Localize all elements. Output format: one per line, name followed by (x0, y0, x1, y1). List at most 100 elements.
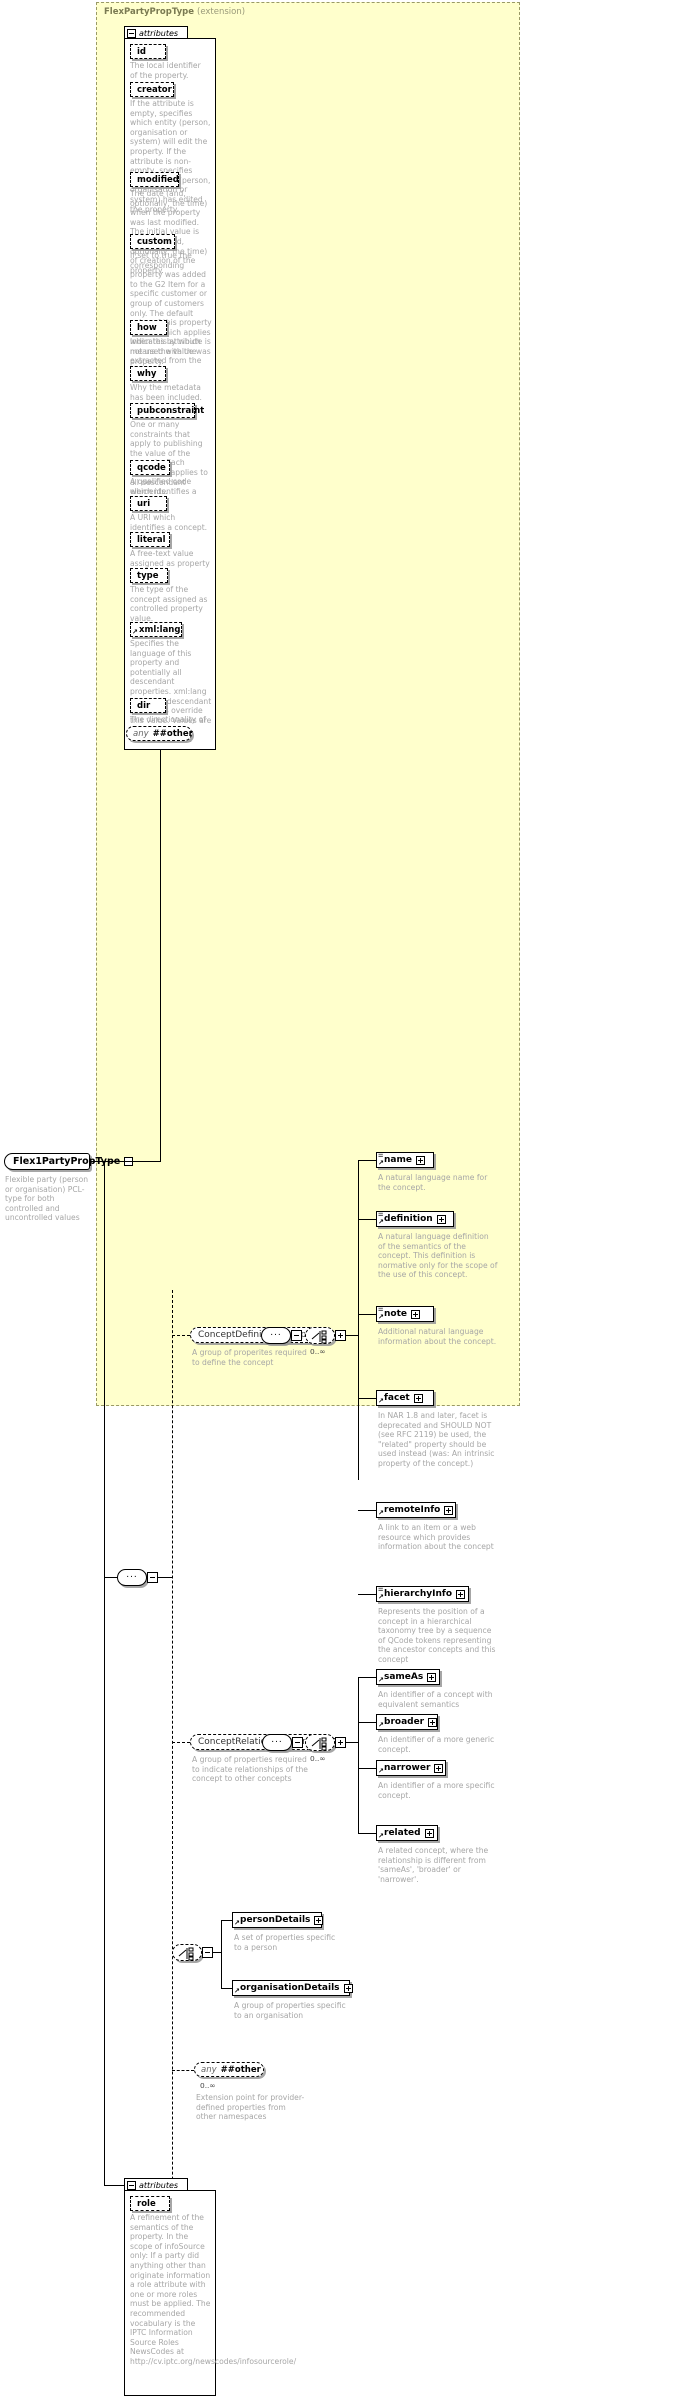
attribute-node-literal[interactable]: literal (130, 532, 170, 547)
element-node-sameas[interactable]: ↗ sameAs (376, 1669, 440, 1685)
group-desc-conceptrelationshipsgroup: A group of properties required to indica… (192, 1755, 308, 1784)
conceptrel-seq-expander[interactable] (292, 1737, 303, 1748)
attribute-node-qcode[interactable]: qcode (130, 460, 170, 475)
sequence-dots-icon: ··· (270, 1330, 282, 1340)
element-expand-icon[interactable] (411, 1309, 420, 1319)
element-expand-icon[interactable] (428, 1717, 438, 1727)
reference-arrow-icon: ↗ (378, 1313, 384, 1321)
element-desc-persondetails: A set of properties specific to a person (234, 1933, 336, 1952)
element-expand-icon[interactable] (343, 1983, 353, 1993)
conceptdef-occurs-label: 0..∞ (310, 1347, 326, 1356)
any-node-extension[interactable]: any ##other (194, 2062, 264, 2077)
element-label: personDetails (240, 1915, 311, 1925)
element-expand-icon[interactable] (413, 1393, 423, 1403)
attribute-label: pubconstraint (137, 405, 205, 416)
attribute-node-xml-lang[interactable]: ↗ xml:lang (130, 622, 182, 637)
conceptrel-choice-expander[interactable] (335, 1737, 346, 1748)
conceptrel-sequence-compositor[interactable]: ··· (262, 1734, 292, 1751)
attribute-node-dir[interactable]: dir (130, 698, 166, 713)
collapse-minus-icon[interactable] (127, 28, 136, 38)
main-sequence-compositor[interactable]: ··· (117, 1569, 147, 1586)
connector-root-down (104, 1161, 105, 1578)
element-node-narrower[interactable]: ↗ narrower (376, 1760, 446, 1776)
element-expand-icon[interactable] (427, 1672, 437, 1682)
attribute-node-creator[interactable]: creator (130, 82, 174, 97)
element-expand-icon[interactable] (415, 1155, 425, 1165)
reference-arrow-icon: ↗ (378, 1721, 384, 1729)
attribute-label: type (137, 570, 159, 581)
element-label: broader (384, 1717, 425, 1727)
element-expand-icon[interactable] (434, 1763, 444, 1773)
attribute-node-id[interactable]: id (130, 44, 166, 59)
element-node-facet[interactable]: ↗ facet (376, 1390, 434, 1406)
any-keyword: any (201, 2064, 217, 2075)
connector-root-to-bottom-attrs (104, 1577, 105, 2185)
element-node-broader[interactable]: ↗ broader (376, 1714, 438, 1730)
extension-panel-qualifier: (extension) (197, 7, 246, 17)
conceptdef-choice-compositor[interactable] (305, 1327, 335, 1344)
conceptrel-choice-compositor[interactable] (305, 1734, 335, 1751)
element-node-organisationdetails[interactable]: ↗ organisationDetails (232, 1980, 353, 1996)
main-sequence-expander[interactable] (147, 1572, 158, 1583)
extension-panel-name: FlexPartyPropType (104, 7, 195, 17)
element-expand-icon[interactable] (444, 1505, 454, 1515)
connector-root-to-panel (90, 1161, 160, 1162)
attribute-label: qcode (137, 462, 166, 473)
element-node-name[interactable]: ↗ name (376, 1152, 434, 1168)
details-choice-expander[interactable] (202, 1947, 213, 1958)
connector-to-sameas (358, 1677, 376, 1678)
element-node-remoteinfo[interactable]: ↗ remoteInfo (376, 1502, 456, 1518)
attribute-node-why[interactable]: why (130, 366, 166, 381)
element-node-definition[interactable]: ↗ definition (376, 1211, 454, 1227)
connector-root-to-sequence (104, 1577, 117, 1578)
root-type-node[interactable]: Flex1PartyPropType (4, 1153, 134, 1170)
reference-arrow-icon: ↗ (132, 628, 138, 636)
element-desc-related: A related concept, where the relationshi… (378, 1846, 489, 1884)
element-expand-icon[interactable] (424, 1828, 434, 1838)
connector-to-organisationdetails (221, 1988, 232, 1989)
element-label: remoteInfo (384, 1505, 441, 1515)
element-expand-icon[interactable] (456, 1589, 466, 1599)
attribute-node-uri[interactable]: uri (130, 496, 167, 511)
conceptdef-choice-expander[interactable] (335, 1330, 346, 1341)
connector-to-facet (358, 1398, 376, 1399)
attribute-label: how (137, 322, 157, 333)
attribute-label: uri (137, 498, 151, 509)
attribute-label: literal (137, 534, 166, 545)
element-desc-narrower: An identifier of a more specific concept… (378, 1781, 495, 1800)
attributes-tab-label: attributes (139, 2180, 179, 2190)
details-children-spine (221, 1920, 222, 1988)
sequence-dots-icon: ··· (126, 1572, 138, 1582)
connector-to-definition (358, 1219, 376, 1220)
attribute-label: creator (137, 84, 172, 95)
attribute-label: id (137, 46, 146, 57)
attribute-node-type[interactable]: type (130, 568, 168, 583)
element-node-related[interactable]: ↗ related (376, 1825, 438, 1841)
attribute-node-how[interactable]: how (130, 320, 167, 335)
connector-to-related (358, 1833, 376, 1834)
details-choice-compositor[interactable] (172, 1944, 202, 1961)
attribute-label: dir (137, 700, 151, 711)
reference-arrow-icon: ↗ (378, 1397, 384, 1405)
element-expand-icon[interactable] (436, 1214, 446, 1224)
conceptdef-seq-expander[interactable] (291, 1330, 302, 1341)
element-expand-icon[interactable] (314, 1915, 324, 1925)
connector-choice-to-rel-children (346, 1742, 358, 1743)
element-node-hierarchyinfo[interactable]: ↗ hierarchyInfo (376, 1586, 469, 1602)
any-namespace: ##other (152, 728, 193, 739)
attribute-node-role[interactable]: role (130, 2196, 170, 2211)
reference-arrow-icon: ↗ (378, 1218, 384, 1226)
attribute-desc-why: Why the metadata has been included. (130, 383, 202, 402)
schema-diagram-canvas: FlexPartyPropType (extension) attributes… (0, 0, 692, 2399)
element-node-note[interactable]: ↗ note (376, 1306, 434, 1322)
any-node-attributes[interactable]: any ##other (126, 726, 193, 741)
attribute-node-modified[interactable]: modified (130, 172, 179, 187)
group-desc-conceptdefinitiongroup: A group of properites required to define… (192, 1348, 307, 1367)
attribute-node-custom[interactable]: custom (130, 234, 175, 249)
attribute-node-pubconstraint[interactable]: pubconstraint (130, 403, 204, 418)
connector-to-persondetails (221, 1920, 232, 1921)
connector-to-note (358, 1314, 376, 1315)
collapse-minus-icon[interactable] (127, 2180, 136, 2190)
element-node-persondetails[interactable]: ↗ personDetails (232, 1912, 324, 1928)
conceptdef-sequence-compositor[interactable]: ··· (261, 1327, 291, 1344)
